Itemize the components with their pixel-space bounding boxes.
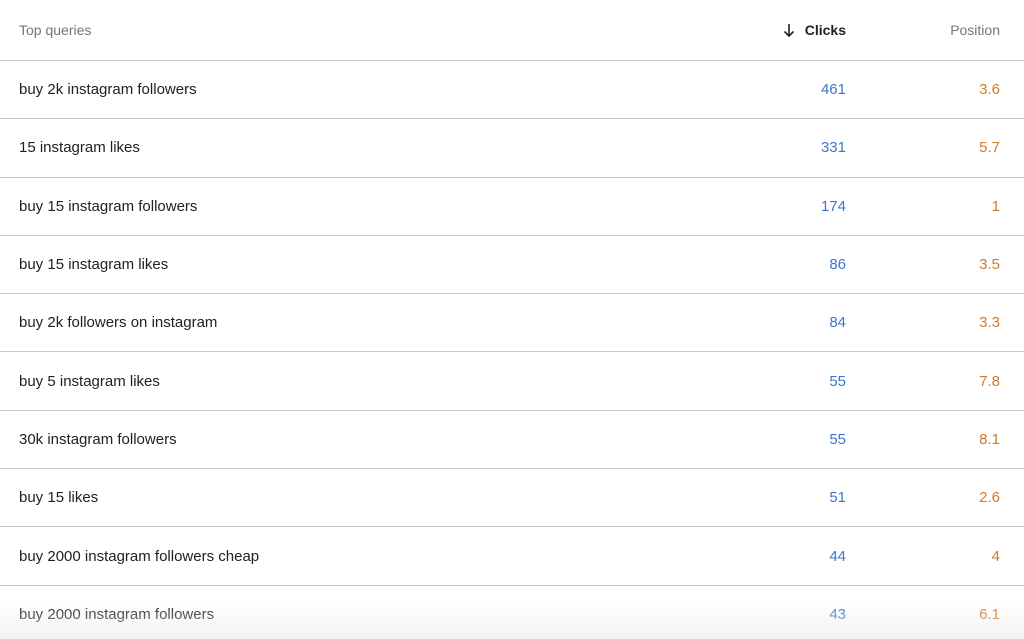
table-row[interactable]: buy 2k followers on instagram 84 3.3	[0, 294, 1024, 353]
column-header-clicks[interactable]: Clicks	[596, 22, 846, 38]
clicks-cell: 86	[829, 256, 846, 274]
query-cell: buy 15 instagram likes	[19, 256, 169, 274]
position-cell: 7.8	[979, 372, 1000, 390]
clicks-cell: 461	[820, 81, 846, 99]
table-row[interactable]: buy 15 likes 51 2.6	[0, 469, 1024, 528]
query-cell: buy 2000 instagram followers	[19, 605, 215, 623]
query-cell: buy 2k instagram followers	[19, 81, 197, 99]
clicks-cell: 43	[829, 605, 846, 623]
column-header-top-queries[interactable]: Top queries	[0, 22, 596, 38]
column-header-position[interactable]: Position	[846, 22, 1024, 38]
query-cell: buy 15 instagram followers	[19, 197, 198, 215]
query-cell: 15 instagram likes	[19, 139, 140, 157]
position-cell: 4	[991, 547, 1000, 565]
query-cell: 30k instagram followers	[19, 430, 177, 448]
position-cell: 8.1	[979, 430, 1000, 448]
position-cell: 3.6	[979, 81, 1000, 99]
clicks-cell: 55	[829, 372, 846, 390]
clicks-cell: 84	[829, 314, 846, 332]
clicks-cell: 44	[829, 547, 846, 565]
position-cell: 1	[991, 197, 1000, 215]
clicks-cell: 174	[820, 197, 846, 215]
position-cell: 2.6	[979, 489, 1000, 507]
clicks-cell: 51	[829, 489, 846, 507]
table-row[interactable]: buy 15 instagram followers 174 1	[0, 178, 1024, 236]
top-queries-table: Top queries Clicks Position buy 2k insta…	[0, 0, 1024, 639]
table-row[interactable]: buy 2k instagram followers 461 3.6	[0, 61, 1024, 120]
table-row[interactable]: 30k instagram followers 55 8.1	[0, 411, 1024, 470]
clicks-header-label: Clicks	[804, 22, 846, 38]
position-cell: 3.3	[979, 314, 1000, 332]
table-row[interactable]: buy 5 instagram likes 55 7.8	[0, 352, 1024, 411]
position-cell: 5.7	[979, 139, 1000, 157]
clicks-cell: 55	[829, 430, 846, 448]
position-cell: 6.1	[979, 605, 1000, 623]
table-row[interactable]: buy 15 instagram likes 86 3.5	[0, 236, 1024, 295]
position-cell: 3.5	[979, 256, 1000, 274]
table-row[interactable]: 15 instagram likes 331 5.7	[0, 119, 1024, 178]
arrow-down-icon	[782, 23, 796, 37]
query-cell: buy 5 instagram likes	[19, 372, 160, 390]
table-row[interactable]: buy 2000 instagram followers cheap 44 4	[0, 527, 1024, 586]
query-cell: buy 2000 instagram followers cheap	[19, 547, 260, 565]
query-cell: buy 15 likes	[19, 489, 99, 507]
table-header: Top queries Clicks Position	[0, 0, 1024, 61]
table-row[interactable]: buy 2000 instagram followers 43 6.1	[0, 586, 1024, 639]
query-cell: buy 2k followers on instagram	[19, 314, 218, 332]
clicks-cell: 331	[820, 139, 846, 157]
